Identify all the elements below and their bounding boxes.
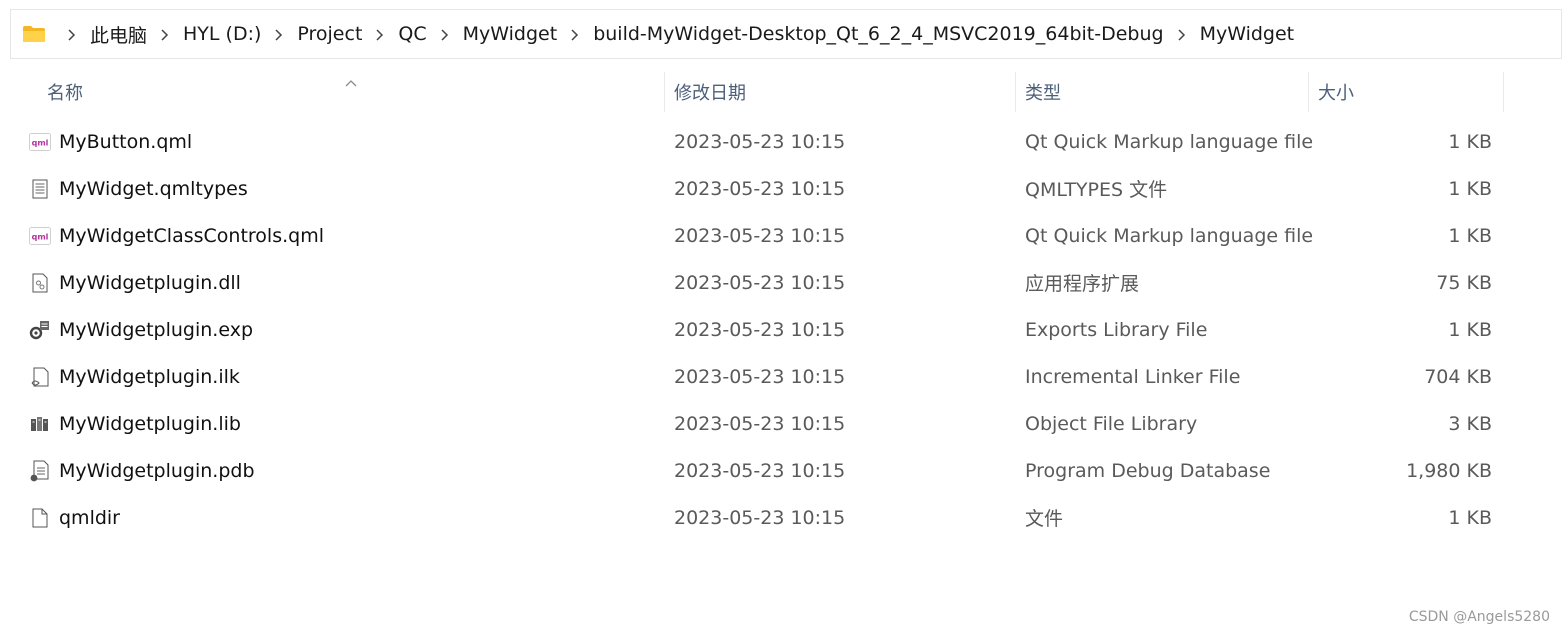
column-divider[interactable] — [1015, 72, 1016, 112]
file-row[interactable]: qml MyWidgetClassControls.qml 2023-05-23 1… — [0, 212, 1564, 259]
file-size: 1,980 KB — [1406, 459, 1492, 482]
file-name[interactable]: MyWidgetClassControls.qml — [59, 212, 324, 259]
qml-file-icon: qml — [29, 118, 51, 165]
file-modified-date: 2023-05-23 10:15 — [674, 130, 846, 153]
breadcrumb-chevron-icon[interactable] — [374, 27, 384, 41]
text-file-icon — [29, 165, 51, 212]
watermark: CSDN @Angels5280 — [1408, 609, 1550, 625]
file-name[interactable]: MyWidget.qmltypes — [59, 165, 248, 212]
file-modified-date: 2023-05-23 10:15 — [674, 506, 846, 529]
sort-ascending-icon — [344, 72, 358, 87]
file-name[interactable]: MyWidgetplugin.pdb — [59, 447, 255, 494]
blank-file-icon — [29, 494, 51, 541]
breadcrumb-chevron-icon[interactable] — [1176, 27, 1186, 41]
file-size: 704 KB — [1424, 365, 1492, 388]
breadcrumb-item[interactable]: Project — [297, 23, 362, 45]
file-name[interactable]: MyWidgetplugin.ilk — [59, 353, 240, 400]
file-row[interactable]: qml MyButton.qml 2023-05-23 10:15 Qt Quick … — [0, 118, 1564, 165]
file-size: 3 KB — [1448, 412, 1492, 435]
file-type: QMLTYPES 文件 — [1025, 179, 1168, 201]
column-divider[interactable] — [1503, 72, 1504, 112]
breadcrumb-item[interactable]: HYL (D:) — [183, 23, 261, 45]
file-name[interactable]: qmldir — [59, 494, 120, 541]
breadcrumb-item[interactable]: MyWidget — [1200, 23, 1295, 45]
file-row[interactable]: MyWidgetplugin.pdb 2023-05-23 10:15 Progra… — [0, 447, 1564, 494]
file-type: Program Debug Database — [1025, 459, 1271, 482]
file-size: 1 KB — [1448, 224, 1492, 247]
file-type: 应用程序扩展 — [1025, 273, 1140, 295]
svg-text:qml: qml — [32, 232, 49, 241]
file-row[interactable]: MyWidgetplugin.lib 2023-05-23 10:15 Object… — [0, 400, 1564, 447]
breadcrumb-chevron-icon[interactable] — [66, 27, 76, 41]
file-type: Qt Quick Markup language file — [1025, 224, 1314, 247]
file-name[interactable]: MyWidgetplugin.exp — [59, 306, 253, 353]
column-date-header[interactable]: 修改日期 — [674, 72, 746, 112]
file-type: Incremental Linker File — [1025, 365, 1241, 388]
file-modified-date: 2023-05-23 10:15 — [674, 365, 846, 388]
file-type: 文件 — [1025, 508, 1064, 530]
file-modified-date: 2023-05-23 10:15 — [674, 177, 846, 200]
pdb-file-icon — [29, 447, 51, 494]
file-row[interactable]: MyWidgetplugin.exp 2023-05-23 10:15 Export… — [0, 306, 1564, 353]
file-list: qml MyButton.qml 2023-05-23 10:15 Qt Quick … — [0, 118, 1564, 541]
file-modified-date: 2023-05-23 10:15 — [674, 224, 846, 247]
column-size-header[interactable]: 大小 — [1318, 72, 1354, 112]
file-type: Object File Library — [1025, 412, 1198, 435]
file-row[interactable]: MyWidgetplugin.dll 2023-05-23 10:15 应用程序扩展… — [0, 259, 1564, 306]
file-name[interactable]: MyWidgetplugin.dll — [59, 259, 241, 306]
lib-file-icon — [29, 400, 51, 447]
ilk-file-icon — [29, 353, 51, 400]
column-name-header[interactable]: 名称 — [47, 72, 83, 112]
file-size: 75 KB — [1436, 271, 1492, 294]
breadcrumb-item[interactable]: 此电脑 — [90, 21, 147, 48]
address-bar[interactable]: 此电脑 HYL (D:) Project QC MyWidget build-MyWidg… — [10, 9, 1562, 59]
folder-icon — [22, 25, 46, 43]
file-modified-date: 2023-05-23 10:15 — [674, 412, 846, 435]
exp-file-icon — [29, 306, 51, 353]
column-header: 名称 修改日期 类型 大小 — [0, 72, 1564, 112]
column-divider[interactable] — [1308, 72, 1309, 112]
file-modified-date: 2023-05-23 10:15 — [674, 459, 846, 482]
file-size: 1 KB — [1448, 318, 1492, 341]
file-size: 1 KB — [1448, 506, 1492, 529]
file-size: 1 KB — [1448, 130, 1492, 153]
breadcrumb-item[interactable]: build-MyWidget-Desktop_Qt_6_2_4_MSVC2019… — [593, 23, 1163, 45]
breadcrumb-chevron-icon[interactable] — [273, 27, 283, 41]
file-row[interactable]: MyWidget.qmltypes 2023-05-23 10:15 QMLTYPE… — [0, 165, 1564, 212]
file-row[interactable]: MyWidgetplugin.ilk 2023-05-23 10:15 Increm… — [0, 353, 1564, 400]
file-name[interactable]: MyWidgetplugin.lib — [59, 400, 241, 447]
file-name[interactable]: MyButton.qml — [59, 118, 192, 165]
breadcrumb-item[interactable]: MyWidget — [463, 23, 558, 45]
breadcrumb-chevron-icon[interactable] — [159, 27, 169, 41]
dll-file-icon — [29, 259, 51, 306]
file-type: Qt Quick Markup language file — [1025, 130, 1314, 153]
file-modified-date: 2023-05-23 10:15 — [674, 318, 846, 341]
file-size: 1 KB — [1448, 177, 1492, 200]
column-type-header[interactable]: 类型 — [1025, 72, 1061, 112]
file-modified-date: 2023-05-23 10:15 — [674, 271, 846, 294]
svg-text:qml: qml — [32, 138, 49, 147]
file-type: Exports Library File — [1025, 318, 1208, 341]
column-divider[interactable] — [664, 72, 665, 112]
file-row[interactable]: qmldir 2023-05-23 10:15 文件 1 KB — [0, 494, 1564, 541]
breadcrumb-chevron-icon[interactable] — [569, 27, 579, 41]
qml-file-icon: qml — [29, 212, 51, 259]
breadcrumb-item[interactable]: QC — [398, 23, 426, 45]
breadcrumb-chevron-icon[interactable] — [439, 27, 449, 41]
